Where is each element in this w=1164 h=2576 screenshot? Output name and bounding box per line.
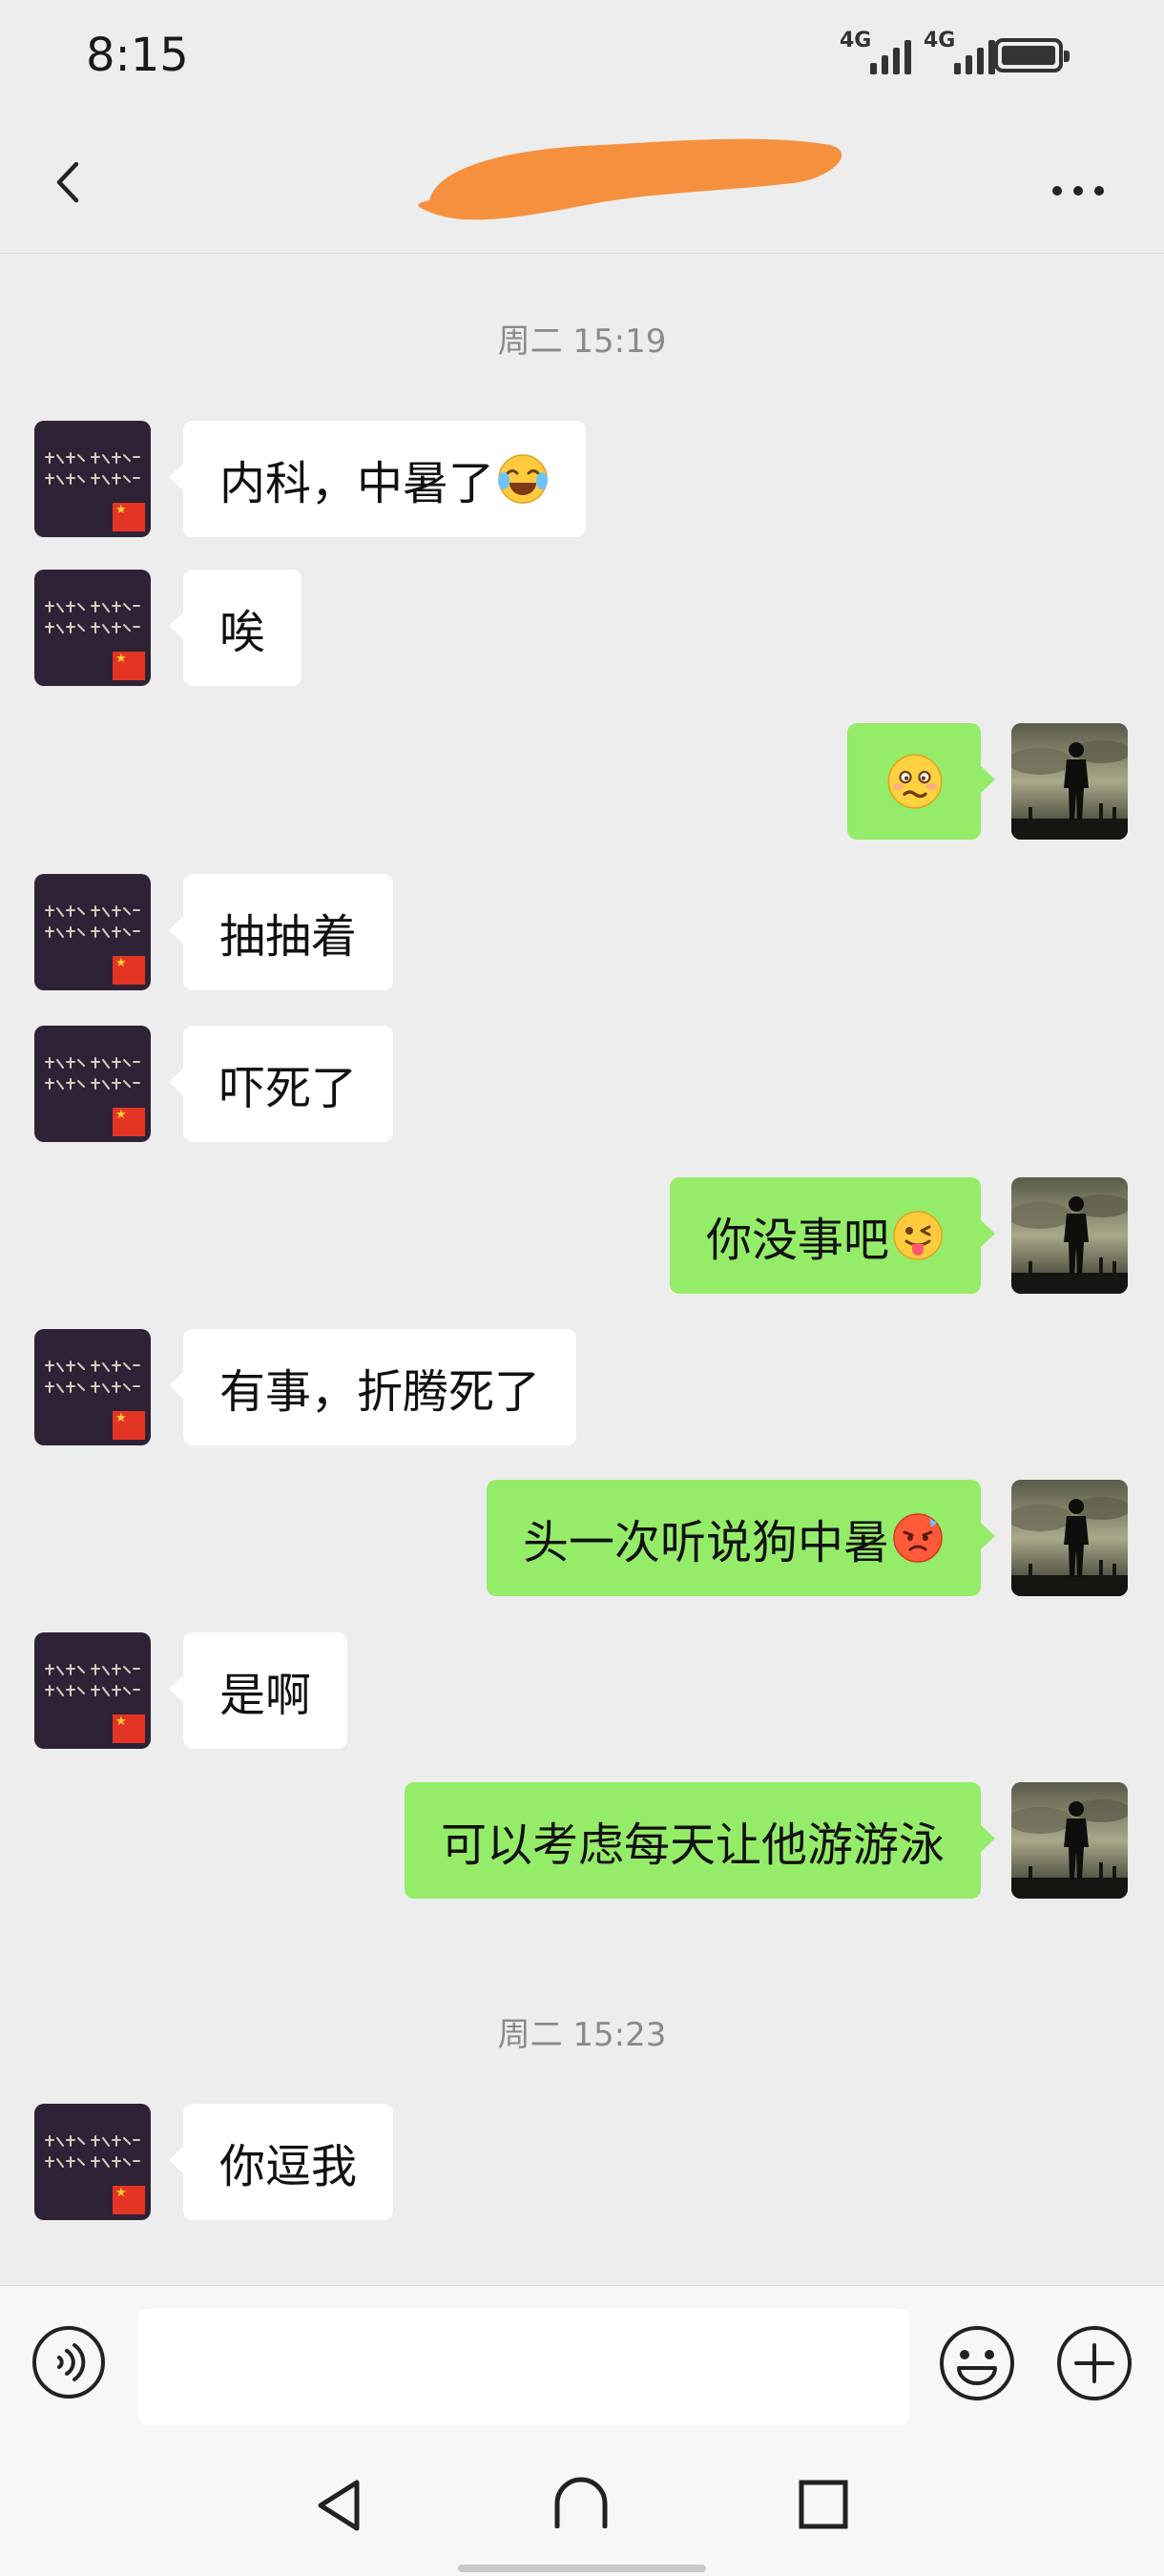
contact-avatar[interactable] (34, 2104, 151, 2220)
received-message-bubble[interactable]: 有事，折腾死了 (168, 1329, 577, 1445)
china-flag-icon (113, 652, 145, 680)
status-bar: 8:15 4G 4G (0, 0, 1164, 114)
china-flag-icon (113, 1714, 145, 1743)
calligraphy-avatar-icon (45, 452, 140, 485)
silhouette-photo-icon (1011, 1177, 1128, 1294)
message-text: 你逗我 (219, 2140, 358, 2193)
my-avatar[interactable] (1011, 723, 1128, 840)
system-back-icon[interactable] (313, 2477, 366, 2534)
face-with-tears-of-joy-icon (498, 454, 549, 504)
gesture-handle (458, 2565, 706, 2572)
timestamp: 周二 15:23 (497, 2016, 667, 2054)
calligraphy-avatar-icon (45, 1361, 140, 1393)
signal-icon (954, 34, 995, 74)
sent-message-bubble[interactable]: 头一次听说狗中暑 (486, 1480, 996, 1596)
woozy-face-icon (887, 754, 943, 809)
back-arrow-icon[interactable] (48, 160, 92, 204)
china-flag-icon (113, 2186, 145, 2214)
emoji-icon[interactable] (938, 2324, 1016, 2402)
sent-message-bubble[interactable]: 可以考虑每天让他游游泳 (404, 1782, 996, 1899)
timestamp: 周二 15:19 (497, 322, 667, 361)
my-avatar[interactable] (1011, 1782, 1128, 1899)
system-recents-icon[interactable] (798, 2479, 849, 2530)
signal-icon (870, 34, 911, 74)
message-text: 抽抽着 (219, 910, 358, 964)
winking-face-with-tongue-icon (893, 1211, 943, 1260)
received-message-bubble[interactable]: 吓死了 (168, 1026, 394, 1142)
silhouette-photo-icon (1011, 1480, 1128, 1596)
message-text: 头一次听说狗中暑 (522, 1516, 889, 1569)
my-avatar[interactable] (1011, 1177, 1128, 1294)
contact-avatar[interactable] (34, 1632, 151, 1749)
received-message-bubble[interactable]: 抽抽着 (168, 874, 394, 990)
calligraphy-avatar-icon (45, 905, 140, 938)
received-message-bubble[interactable]: 唉 (168, 570, 302, 686)
china-flag-icon (113, 1108, 145, 1136)
message-text: 你没事吧 (705, 1214, 889, 1267)
network-type-2: 4G (924, 29, 956, 52)
message-text: 可以考虑每天让他游游泳 (440, 1818, 945, 1872)
plus-icon[interactable] (1055, 2324, 1133, 2402)
hot-face-icon (893, 1513, 943, 1563)
calligraphy-avatar-icon (45, 1664, 140, 1696)
silhouette-photo-icon (1011, 723, 1128, 840)
china-flag-icon (113, 956, 145, 985)
voice-input-icon[interactable] (31, 2324, 107, 2400)
system-home-icon[interactable] (551, 2475, 611, 2528)
battery-icon (994, 38, 1070, 73)
contact-avatar[interactable] (34, 1329, 151, 1445)
received-message-bubble[interactable]: 内科，中暑了 (168, 421, 587, 537)
calligraphy-avatar-icon (45, 601, 140, 634)
message-text: 有事，折腾死了 (219, 1365, 541, 1419)
message-input[interactable] (138, 2309, 909, 2425)
sent-message-bubble[interactable]: 你没事吧 (669, 1177, 996, 1294)
title-redaction (418, 138, 842, 220)
sent-message-bubble[interactable] (847, 723, 995, 840)
my-avatar[interactable] (1011, 1480, 1128, 1596)
china-flag-icon (113, 503, 145, 531)
received-message-bubble[interactable]: 你逗我 (168, 2104, 394, 2220)
network-type-1: 4G (840, 29, 872, 52)
more-icon[interactable] (1050, 181, 1107, 200)
china-flag-icon (113, 1411, 145, 1440)
system-navigation-bar (0, 2442, 1164, 2576)
received-message-bubble[interactable]: 是啊 (168, 1632, 348, 1749)
contact-avatar[interactable] (34, 1026, 151, 1142)
contact-avatar[interactable] (34, 421, 151, 537)
status-time: 8:15 (86, 29, 189, 82)
silhouette-photo-icon (1011, 1782, 1128, 1899)
message-text: 是啊 (219, 1669, 312, 1722)
message-text: 吓死了 (219, 1062, 358, 1115)
contact-avatar[interactable] (34, 874, 151, 990)
calligraphy-avatar-icon (45, 1057, 140, 1090)
contact-avatar[interactable] (34, 570, 151, 686)
message-text: 唉 (219, 606, 266, 659)
calligraphy-avatar-icon (45, 2135, 140, 2168)
input-bar (0, 2285, 1164, 2443)
message-text: 内科，中暑了 (219, 457, 495, 510)
